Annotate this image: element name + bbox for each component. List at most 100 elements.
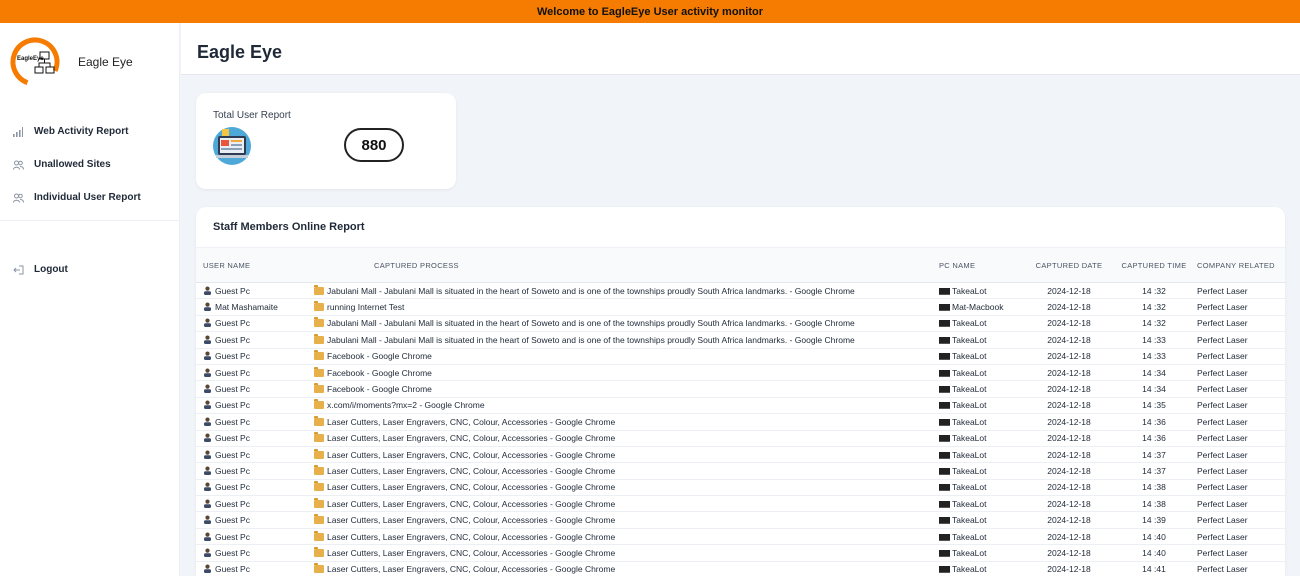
column-header-captured-process[interactable]: CAPTURED PROCESS (314, 248, 939, 283)
monitor-icon (939, 369, 950, 377)
cell-captured-date: 2024-12-18 (1047, 400, 1091, 411)
staff-online-report: Staff Members Online Report USER NAME CA… (196, 207, 1285, 576)
table-row[interactable]: Guest Pc Jabulani Mall - Jabulani Mall is… (196, 332, 1285, 349)
table-row[interactable]: Guest Pc Laser Cutters, Laser Engravers, … (196, 561, 1285, 576)
logout-button[interactable]: Logout (12, 253, 68, 286)
user-name-text: Guest Pc (215, 318, 250, 329)
user-icon (203, 532, 215, 542)
eagle-eye-logo-icon: EagleEye (10, 37, 60, 87)
cell-captured-time: 14 :37 (1142, 449, 1166, 460)
cell-captured-process: Laser Cutters, Laser Engravers, CNC, Col… (314, 479, 939, 495)
cell-company-related: Perfect Laser (1197, 334, 1248, 345)
cell-captured-date: 2024-12-18 (1047, 531, 1091, 542)
table-row[interactable]: Guest Pc Jabulani Mall - Jabulani Mall is… (196, 283, 1285, 299)
table-row[interactable]: Guest Pc Laser Cutters, Laser Engravers, … (196, 414, 1285, 431)
column-header-user-name[interactable]: USER NAME (196, 248, 314, 283)
user-icon (203, 400, 215, 410)
cell-company-related: Perfect Laser (1197, 433, 1248, 444)
folder-icon (314, 497, 324, 508)
process-text: Jabulani Mall - Jabulani Mall is situate… (327, 318, 855, 329)
table-row[interactable]: Guest Pc Laser Cutters, Laser Engravers, … (196, 463, 1285, 480)
cell-captured-date: 2024-12-18 (1047, 433, 1091, 444)
user-name-text: Guest Pc (215, 482, 250, 493)
sidebar-item-web-activity-report[interactable]: Web Activity Report (12, 115, 141, 148)
cell-pc-name: TakeaLot (939, 479, 1021, 495)
cell-pc-name: TakeaLot (939, 446, 1021, 462)
table-row[interactable]: Mat Mashamaite running Internet Test Mat-M… (196, 299, 1285, 316)
table-row[interactable]: Guest Pc Facebook - Google Chrome TakeaLot… (196, 381, 1285, 398)
table-row[interactable]: Guest Pc Jabulani Mall - Jabulani Mall is… (196, 315, 1285, 332)
cell-captured-date: 2024-12-18 (1047, 302, 1091, 313)
pc-name-text: TakeaLot (952, 351, 987, 362)
monitor-icon (939, 566, 950, 574)
cell-captured-date: 2024-12-18 (1047, 498, 1091, 509)
process-text: Laser Cutters, Laser Engravers, CNC, Col… (327, 482, 616, 493)
column-header-pc-name[interactable]: PC NAME (939, 248, 1021, 283)
folder-icon (314, 350, 324, 361)
cell-captured-process: Jabulani Mall - Jabulani Mall is situate… (314, 283, 939, 299)
cell-pc-name: TakeaLot (939, 283, 1021, 299)
cell-company-related: Perfect Laser (1197, 482, 1248, 493)
pc-name-text: TakeaLot (952, 400, 987, 411)
cell-pc-name: TakeaLot (939, 381, 1021, 397)
cell-captured-time: 14 :35 (1142, 400, 1166, 411)
cell-captured-date: 2024-12-18 (1047, 482, 1091, 493)
cell-captured-process: Laser Cutters, Laser Engravers, CNC, Col… (314, 430, 939, 446)
cell-captured-process: Laser Cutters, Laser Engravers, CNC, Col… (314, 414, 939, 430)
user-name-text: Guest Pc (215, 416, 250, 427)
report-title: Staff Members Online Report (213, 221, 365, 233)
cell-captured-date: 2024-12-18 (1047, 547, 1091, 558)
monitor-icon (939, 451, 950, 459)
folder-icon (314, 317, 324, 328)
table-row[interactable]: Guest Pc Laser Cutters, Laser Engravers, … (196, 430, 1285, 447)
folder-icon (314, 399, 324, 410)
table-row[interactable]: Guest Pc Laser Cutters, Laser Engravers, … (196, 446, 1285, 463)
table-body: Guest Pc Jabulani Mall - Jabulani Mall is… (196, 283, 1285, 576)
folder-icon (314, 514, 324, 525)
cell-captured-date: 2024-12-18 (1047, 564, 1091, 575)
page-title: Eagle Eye (197, 42, 283, 62)
cell-captured-time: 14 :40 (1142, 531, 1166, 542)
brand[interactable]: EagleEye Eagle Eye (10, 37, 133, 87)
table-row[interactable]: Guest Pc Laser Cutters, Laser Engravers, … (196, 545, 1285, 562)
sidebar-item-label: Web Activity Report (34, 126, 129, 137)
table-row[interactable]: Guest Pc Laser Cutters, Laser Engravers, … (196, 496, 1285, 512)
process-text: Laser Cutters, Laser Engravers, CNC, Col… (327, 515, 616, 526)
table-row[interactable]: Guest Pc x.com/i/moments?mx=2 - Google Ch… (196, 397, 1285, 414)
cell-captured-process: Jabulani Mall - Jabulani Mall is situate… (314, 315, 939, 331)
monitor-icon (939, 533, 950, 541)
monitor-icon (939, 304, 950, 312)
sidebar-item-individual-user-report[interactable]: Individual User Report (12, 181, 141, 214)
folder-icon (314, 563, 324, 574)
user-icon (203, 318, 215, 328)
table-row[interactable]: Guest Pc Facebook - Google Chrome TakeaLot… (196, 348, 1285, 365)
cell-company-related: Perfect Laser (1197, 285, 1248, 296)
table-row[interactable]: Guest Pc Laser Cutters, Laser Engravers, … (196, 512, 1285, 529)
folder-icon (314, 546, 324, 557)
table-row[interactable]: Guest Pc Laser Cutters, Laser Engravers, … (196, 479, 1285, 496)
table-row[interactable]: Guest Pc Facebook - Google Chrome TakeaLot… (196, 364, 1285, 381)
cell-pc-name: TakeaLot (939, 364, 1021, 380)
folder-icon (314, 432, 324, 443)
cell-captured-process: Laser Cutters, Laser Engravers, CNC, Col… (314, 561, 939, 576)
welcome-banner-text: Welcome to EagleEye User activity monito… (537, 5, 763, 18)
column-header-company-related[interactable]: COMPANY RELATED (1191, 248, 1285, 283)
cell-company-related: Perfect Laser (1197, 498, 1248, 509)
column-header-captured-time[interactable]: CAPTURED TIME (1117, 248, 1191, 283)
cell-user-name: Guest Pc (196, 381, 314, 397)
process-text: running Internet Test (327, 302, 405, 313)
user-icon (203, 450, 215, 460)
table-row[interactable]: Guest Pc Laser Cutters, Laser Engravers, … (196, 528, 1285, 545)
process-text: Laser Cutters, Laser Engravers, CNC, Col… (327, 449, 616, 460)
cell-captured-date: 2024-12-18 (1047, 449, 1091, 460)
cell-pc-name: TakeaLot (939, 512, 1021, 528)
sidebar-item-unallowed-sites[interactable]: Unallowed Sites (12, 148, 141, 181)
pc-name-text: Mat-Macbook (952, 302, 1004, 313)
user-name-text: Guest Pc (215, 384, 250, 395)
column-header-captured-date[interactable]: CAPTURED DATE (1021, 248, 1117, 283)
cell-user-name: Guest Pc (196, 332, 314, 348)
user-icon (203, 564, 215, 574)
monitor-icon (939, 320, 950, 328)
folder-icon (314, 464, 324, 475)
user-name-text: Guest Pc (215, 531, 250, 542)
